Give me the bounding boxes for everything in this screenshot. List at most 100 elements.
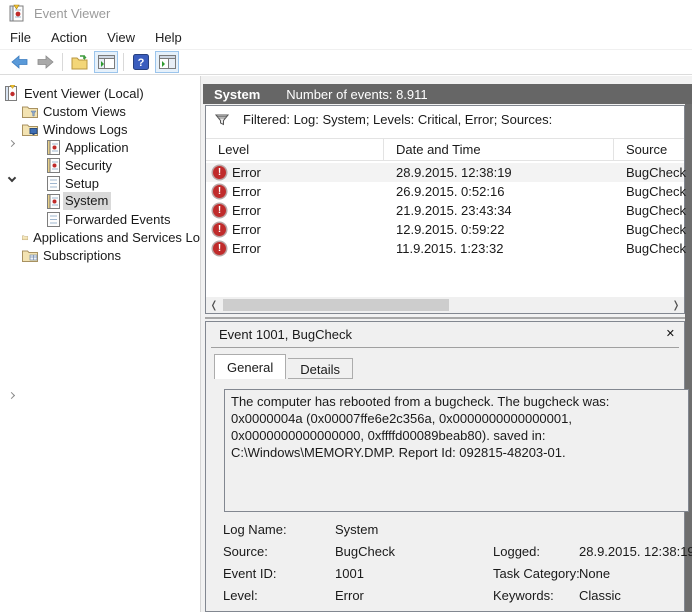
menu-help[interactable]: Help [145, 27, 192, 48]
cell-datetime: 21.9.2015. 23:43:34 [396, 201, 512, 220]
tree-item-label: Applications and Services Lo [33, 230, 200, 245]
tree-item-label: Event Viewer (Local) [24, 86, 144, 101]
tree-item-forwarded-events[interactable]: Forwarded Events [0, 210, 200, 228]
content-area: Event Viewer (Local) Custom Views Window… [0, 76, 692, 612]
menu-view[interactable]: View [97, 27, 145, 48]
event-fields: Log Name: System Source: BugCheck Logged… [206, 522, 684, 612]
window-title: Event Viewer [34, 6, 110, 21]
event-viewer-icon [5, 85, 19, 101]
scroll-left-icon[interactable]: ❬ [206, 297, 222, 313]
table-row[interactable]: ! Error 21.9.2015. 23:43:34 BugCheck [206, 201, 684, 220]
horizontal-scrollbar[interactable]: ❬ ❭ [206, 297, 684, 313]
cell-datetime: 28.9.2015. 12:38:19 [396, 163, 512, 182]
close-icon[interactable]: ✕ [666, 327, 675, 340]
menu-file[interactable]: File [0, 27, 41, 48]
cell-datetime: 26.9.2015. 0:52:16 [396, 182, 504, 201]
filter-bar: Filtered: Log: System; Levels: Critical,… [206, 106, 684, 133]
detail-title: Event 1001, BugCheck [219, 327, 352, 342]
table-row[interactable]: ! Error 26.9.2015. 0:52:16 BugCheck [206, 182, 684, 201]
cell-level: Error [232, 241, 261, 256]
tree-item-event-viewer-local[interactable]: Event Viewer (Local) [0, 84, 200, 102]
console-tree-toggle-button[interactable] [94, 51, 118, 73]
table-row[interactable]: ! Error 11.9.2015. 1:23:32 BugCheck [206, 239, 684, 258]
keywords-label: Keywords: [493, 588, 554, 603]
tree-item-label: Application [65, 140, 129, 155]
keywords-value: Classic [579, 588, 621, 603]
back-button[interactable] [7, 51, 31, 73]
console-tree: Event Viewer (Local) Custom Views Window… [0, 76, 201, 612]
window-right-edge [685, 84, 692, 612]
title-bar: Event Viewer [0, 0, 692, 26]
action-pane-icon [159, 55, 176, 69]
event-detail-panel: Event 1001, BugCheck ✕ General Details T… [205, 321, 685, 612]
event-viewer-window: Event Viewer File Action View Help [0, 0, 692, 612]
results-header-bar: System Number of events: 8.911 [203, 84, 692, 104]
forward-button[interactable] [33, 51, 57, 73]
cell-source: BugCheck [626, 239, 686, 258]
tree-item-windows-logs[interactable]: Windows Logs [0, 120, 200, 138]
plain-page-icon [47, 212, 60, 227]
tree-item-security[interactable]: Security [0, 156, 200, 174]
logged-label: Logged: [493, 544, 540, 559]
results-event-count: Number of events: 8.911 [286, 87, 427, 102]
scroll-right-icon[interactable]: ❭ [668, 297, 684, 313]
error-icon: ! [213, 185, 226, 198]
tree-item-label: Subscriptions [43, 248, 121, 263]
tab-details[interactable]: Details [288, 358, 353, 379]
open-saved-log-button[interactable] [68, 51, 92, 73]
log-page-icon [47, 140, 60, 155]
event-description-box[interactable]: The computer has rebooted from a bugchec… [224, 389, 689, 512]
table-row[interactable]: ! Error 28.9.2015. 12:38:19 BugCheck [206, 163, 684, 182]
menu-action[interactable]: Action [41, 27, 97, 48]
cell-datetime: 11.9.2015. 1:23:32 [396, 239, 503, 258]
cell-source: BugCheck [626, 163, 686, 182]
tree-item-system[interactable]: System [0, 192, 200, 210]
folder-table-icon [22, 249, 38, 262]
tree-item-custom-views[interactable]: Custom Views [0, 102, 200, 120]
tree-item-label: Windows Logs [43, 122, 128, 137]
error-icon: ! [213, 204, 226, 217]
cell-source: BugCheck [626, 182, 686, 201]
cell-source: BugCheck [626, 220, 686, 239]
column-header-level[interactable]: Level [206, 139, 384, 160]
folder-icon [22, 231, 28, 244]
column-header-source[interactable]: Source [614, 139, 684, 160]
results-title: System [214, 87, 260, 102]
scrollbar-thumb[interactable] [223, 299, 449, 311]
toolbar-separator [123, 53, 124, 71]
help-icon: ? [133, 54, 149, 70]
table-row[interactable]: !Error 12.9.2015. 0:59:22 BugCheck [206, 220, 684, 239]
tree-item-label: Security [65, 158, 112, 173]
tab-general[interactable]: General [214, 354, 286, 379]
action-pane-toggle-button[interactable] [155, 51, 179, 73]
event-id-label: Event ID: [223, 566, 276, 581]
cell-level: Error [232, 184, 261, 199]
tree-item-label-selected: System [63, 192, 111, 210]
help-button[interactable]: ? [129, 51, 153, 73]
log-name-value: System [335, 522, 378, 537]
detail-tabs: General Details [214, 354, 353, 379]
task-category-label: Task Category: [493, 566, 580, 581]
source-label: Source: [223, 544, 268, 559]
svg-text:?: ? [138, 57, 145, 69]
cell-source: BugCheck [626, 201, 686, 220]
level-label: Level: [223, 588, 258, 603]
cell-level: Error [232, 165, 261, 180]
tree-item-setup[interactable]: Setup [0, 174, 200, 192]
cell-datetime: 12.9.2015. 0:59:22 [396, 220, 504, 239]
tree-item-subscriptions[interactable]: Subscriptions [0, 246, 200, 264]
toolbar: ? [0, 50, 692, 75]
pane-splitter[interactable] [205, 317, 685, 319]
column-header-date-time[interactable]: Date and Time [384, 139, 614, 160]
tree-item-applications-services[interactable]: Applications and Services Lo [0, 228, 200, 246]
folder-open-icon [71, 55, 89, 70]
error-icon: ! [213, 166, 226, 179]
event-list-panel: Filtered: Log: System; Levels: Critical,… [205, 105, 685, 314]
chevron-right-icon[interactable] [9, 386, 14, 401]
log-page-icon [47, 194, 60, 209]
error-icon: ! [213, 242, 226, 255]
cell-level: Error [232, 203, 261, 218]
folder-computer-icon [22, 123, 38, 136]
tree-item-application[interactable]: Application [0, 138, 200, 156]
tree-item-label: Forwarded Events [65, 212, 171, 227]
